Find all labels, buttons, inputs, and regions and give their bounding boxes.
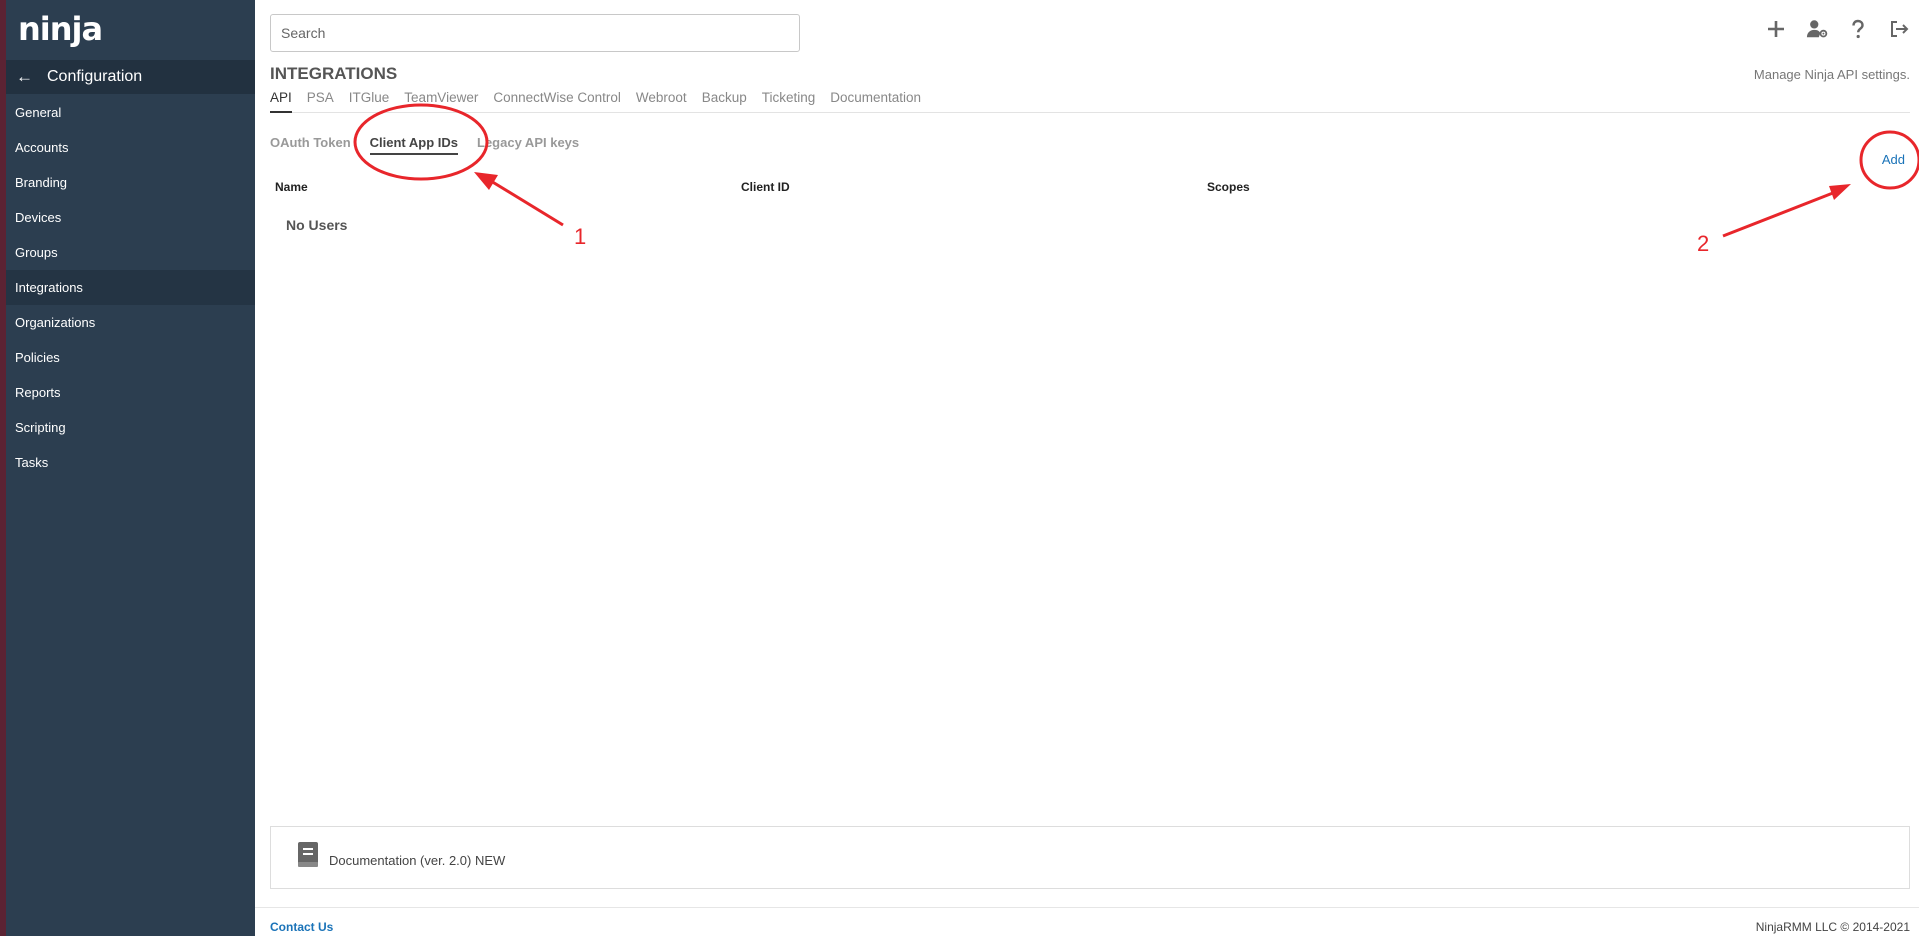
- tab-api[interactable]: API: [270, 90, 292, 113]
- sidebar-item-scripting[interactable]: Scripting: [6, 410, 255, 445]
- sidebar: ninja ← Configuration General Accounts B…: [6, 0, 255, 936]
- back-arrow-icon[interactable]: ←: [16, 67, 33, 87]
- configuration-header[interactable]: ← Configuration: [6, 60, 255, 94]
- sidebar-item-general[interactable]: General: [6, 95, 255, 130]
- tab-documentation[interactable]: Documentation: [830, 90, 921, 113]
- empty-table-message: No Users: [286, 217, 348, 233]
- documentation-panel: Documentation (ver. 2.0) NEW: [270, 826, 1910, 889]
- integration-tabs: API PSA ITGlue TeamViewer ConnectWise Co…: [270, 90, 1910, 113]
- tab-psa[interactable]: PSA: [307, 90, 334, 113]
- subtab-oauth-token[interactable]: OAuth Token: [270, 135, 351, 155]
- tab-ticketing[interactable]: Ticketing: [762, 90, 816, 113]
- tab-itglue[interactable]: ITGlue: [349, 90, 390, 113]
- sidebar-item-branding[interactable]: Branding: [6, 165, 255, 200]
- tab-teamviewer[interactable]: TeamViewer: [404, 90, 478, 113]
- sidebar-nav: General Accounts Branding Devices Groups…: [6, 95, 255, 480]
- sidebar-item-accounts[interactable]: Accounts: [6, 130, 255, 165]
- subtab-legacy-api-keys[interactable]: Legacy API keys: [477, 135, 579, 155]
- sidebar-item-integrations[interactable]: Integrations: [6, 270, 255, 305]
- help-icon[interactable]: [1837, 18, 1878, 46]
- column-header-name[interactable]: Name: [275, 180, 741, 194]
- main-content: INTEGRATIONS Manage Ninja API settings. …: [255, 0, 1919, 936]
- sidebar-item-tasks[interactable]: Tasks: [6, 445, 255, 480]
- tab-connectwise-control[interactable]: ConnectWise Control: [493, 90, 621, 113]
- column-header-scopes[interactable]: Scopes: [1207, 180, 1250, 194]
- footer: Contact Us NinjaRMM LLC © 2014-2021: [255, 907, 1919, 936]
- sidebar-item-groups[interactable]: Groups: [6, 235, 255, 270]
- sidebar-item-organizations[interactable]: Organizations: [6, 305, 255, 340]
- sidebar-item-reports[interactable]: Reports: [6, 375, 255, 410]
- sidebar-item-devices[interactable]: Devices: [6, 200, 255, 235]
- header-toolbar: [1755, 18, 1919, 46]
- column-header-client-id[interactable]: Client ID: [741, 180, 1207, 194]
- table-header: Name Client ID Scopes: [275, 180, 1875, 194]
- tab-webroot[interactable]: Webroot: [636, 90, 687, 113]
- documentation-link[interactable]: Documentation (ver. 2.0) NEW: [329, 853, 505, 868]
- add-button[interactable]: Add: [1882, 152, 1905, 167]
- page-subtitle: Manage Ninja API settings.: [1753, 67, 1910, 82]
- user-settings-icon[interactable]: [1796, 18, 1837, 46]
- api-subtabs: OAuth Token Client App IDs Legacy API ke…: [270, 135, 598, 155]
- plus-icon[interactable]: [1755, 18, 1796, 46]
- page-title: INTEGRATIONS: [270, 64, 398, 83]
- subtab-client-app-ids[interactable]: Client App IDs: [369, 135, 458, 155]
- copyright-text: NinjaRMM LLC © 2014-2021: [1755, 920, 1910, 934]
- book-icon: [298, 842, 318, 867]
- sidebar-item-policies[interactable]: Policies: [6, 340, 255, 375]
- tab-backup[interactable]: Backup: [702, 90, 747, 113]
- ninja-logo: ninja: [18, 10, 103, 48]
- search-input[interactable]: [270, 14, 800, 52]
- configuration-title: Configuration: [47, 68, 143, 85]
- logout-icon[interactable]: [1878, 18, 1919, 46]
- contact-us-link[interactable]: Contact Us: [270, 920, 333, 934]
